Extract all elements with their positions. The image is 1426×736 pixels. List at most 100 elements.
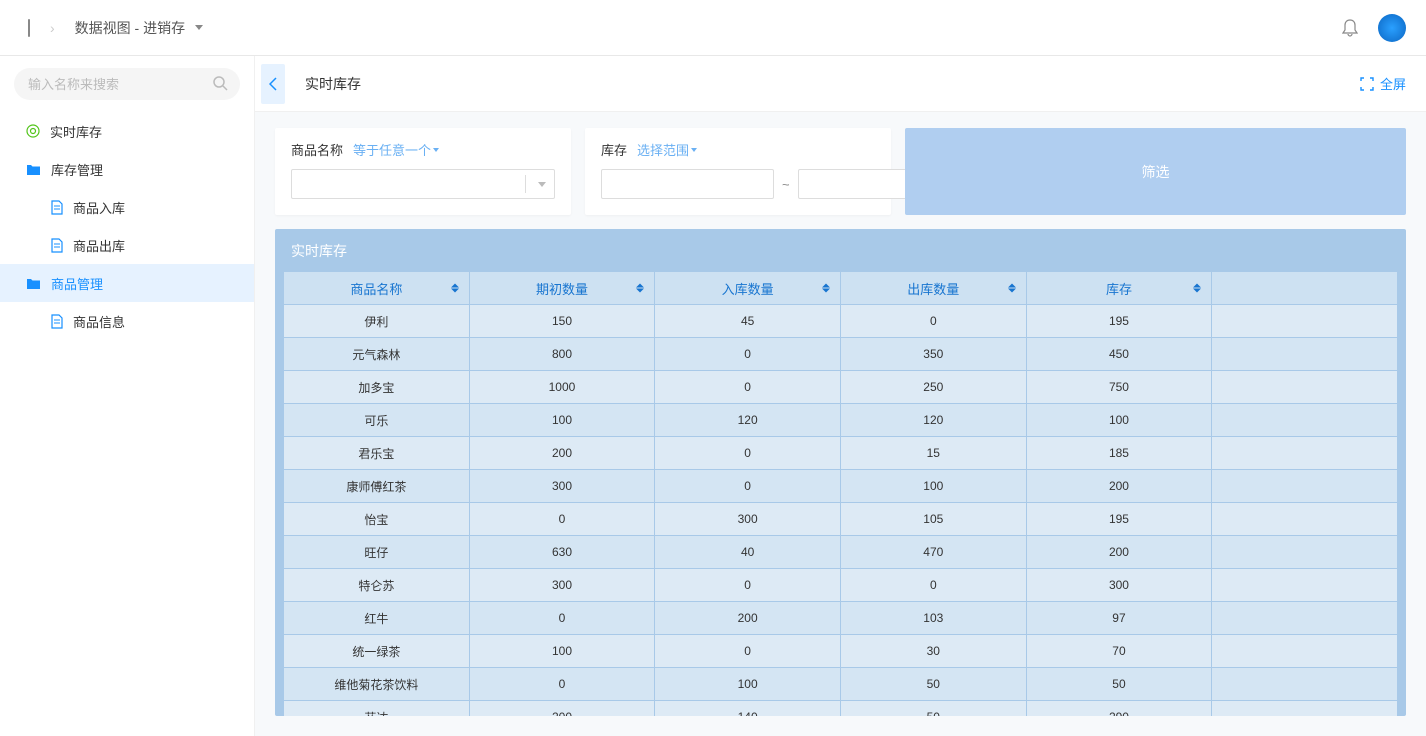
sort-icon [822, 284, 830, 293]
table-cell: 200 [470, 437, 655, 469]
table-cell: 120 [841, 404, 1026, 436]
sidebar-item[interactable]: 商品管理 [0, 264, 254, 302]
chevron-down-icon [525, 175, 546, 193]
column-label: 商品名称 [350, 282, 402, 297]
table-cell: 50 [841, 668, 1026, 700]
filter-stock: 库存 选择范围 ~ [585, 128, 891, 215]
header-bar: › 数据视图 - 进销存 [0, 0, 1426, 56]
table-row[interactable]: 红牛020010397 [284, 602, 1397, 634]
filter-product-select[interactable] [291, 169, 555, 199]
table-cell: 450 [1027, 338, 1212, 370]
table-cell: 350 [841, 338, 1026, 370]
table-cell: 300 [1027, 569, 1212, 601]
filter-stock-hint[interactable]: 选择范围 [637, 140, 697, 159]
sidebar-item[interactable]: 商品信息 [0, 302, 254, 340]
filter-product-label: 商品名称 [291, 140, 343, 159]
table-cell: 0 [655, 437, 840, 469]
fullscreen-label: 全屏 [1380, 74, 1406, 93]
table-cell: 0 [655, 569, 840, 601]
table-cell: 100 [1027, 404, 1212, 436]
table-row[interactable]: 元气森林8000350450 [284, 338, 1397, 370]
search-wrap [0, 68, 254, 112]
table-cell: 800 [470, 338, 655, 370]
sidebar-item[interactable]: 实时库存 [0, 112, 254, 150]
sidebar-item[interactable]: 商品出库 [0, 226, 254, 264]
table-cell: 维他菊花茶饮料 [284, 668, 469, 700]
sidebar-tree: 实时库存库存管理商品入库商品出库商品管理商品信息 [0, 112, 254, 340]
table-row[interactable]: 芬达20014050290 [284, 701, 1397, 716]
app-icon[interactable] [28, 20, 30, 36]
column-header[interactable]: 出库数量 [841, 272, 1026, 304]
table-cell: 290 [1027, 701, 1212, 716]
column-header[interactable]: 入库数量 [655, 272, 840, 304]
table-cell: 750 [1027, 371, 1212, 403]
table-cell-empty [1212, 668, 1397, 700]
column-header[interactable]: 商品名称 [284, 272, 469, 304]
file-icon [50, 200, 63, 215]
table-cell: 250 [841, 371, 1026, 403]
table-row[interactable]: 统一绿茶10003070 [284, 635, 1397, 667]
back-button[interactable] [261, 64, 285, 104]
sidebar: 实时库存库存管理商品入库商品出库商品管理商品信息 [0, 56, 255, 736]
column-label: 期初数量 [536, 282, 588, 297]
table-cell: 元气森林 [284, 338, 469, 370]
column-label: 库存 [1106, 282, 1132, 297]
avatar[interactable] [1378, 14, 1406, 42]
table-panel: 实时库存 商品名称期初数量入库数量出库数量库存 伊利150450195元气森林8… [275, 229, 1406, 716]
table-cell: 200 [655, 602, 840, 634]
table-cell: 300 [470, 470, 655, 502]
file-icon [50, 238, 63, 253]
filter-product-hint[interactable]: 等于任意一个 [353, 140, 439, 159]
file-icon [50, 314, 63, 329]
sort-icon [636, 284, 644, 293]
table-cell: 105 [841, 503, 1026, 535]
table-row[interactable]: 可乐100120120100 [284, 404, 1397, 436]
table-row[interactable]: 康师傅红茶3000100200 [284, 470, 1397, 502]
sidebar-item[interactable]: 库存管理 [0, 150, 254, 188]
table-cell: 200 [470, 701, 655, 716]
table-cell: 统一绿茶 [284, 635, 469, 667]
content-header-left: 实时库存 [261, 64, 361, 104]
column-header[interactable]: 库存 [1027, 272, 1212, 304]
filter-bar: 商品名称 等于任意一个 库存 选择范围 [255, 112, 1426, 229]
folder-icon [26, 277, 41, 290]
stock-range-min[interactable] [601, 169, 774, 199]
sidebar-item-label: 实时库存 [50, 122, 102, 141]
fullscreen-button[interactable]: 全屏 [1360, 74, 1406, 93]
breadcrumb-title[interactable]: 数据视图 - 进销存 [75, 18, 203, 38]
column-header[interactable]: 期初数量 [470, 272, 655, 304]
table-cell: 40 [655, 536, 840, 568]
range-separator: ~ [782, 177, 790, 192]
column-header-empty [1212, 272, 1397, 304]
table-row[interactable]: 伊利150450195 [284, 305, 1397, 337]
search-input[interactable] [14, 68, 240, 100]
chevron-right-icon: › [50, 20, 55, 36]
sort-icon [1008, 284, 1016, 293]
sidebar-item-label: 商品入库 [73, 198, 125, 217]
filter-button[interactable]: 筛选 [905, 128, 1406, 215]
bell-icon[interactable] [1342, 19, 1358, 37]
table-row[interactable]: 旺仔63040470200 [284, 536, 1397, 568]
table-cell: 45 [655, 305, 840, 337]
breadcrumb-title-text: 数据视图 - 进销存 [75, 18, 185, 38]
sidebar-item-label: 库存管理 [51, 160, 103, 179]
filter-stock-label: 库存 [601, 140, 627, 159]
table-row[interactable]: 维他菊花茶饮料01005050 [284, 668, 1397, 700]
filter-product: 商品名称 等于任意一个 [275, 128, 571, 215]
table-cell: 97 [1027, 602, 1212, 634]
table-cell: 0 [841, 569, 1026, 601]
table-row[interactable]: 特仑苏30000300 [284, 569, 1397, 601]
table-cell: 0 [841, 305, 1026, 337]
table-row[interactable]: 君乐宝200015185 [284, 437, 1397, 469]
table-cell: 伊利 [284, 305, 469, 337]
sidebar-item[interactable]: 商品入库 [0, 188, 254, 226]
table-scroll[interactable]: 商品名称期初数量入库数量出库数量库存 伊利150450195元气森林800035… [275, 271, 1406, 716]
table-cell: 200 [1027, 536, 1212, 568]
table-cell: 0 [655, 338, 840, 370]
table-cell-empty [1212, 470, 1397, 502]
table-cell: 可乐 [284, 404, 469, 436]
table-row[interactable]: 怡宝0300105195 [284, 503, 1397, 535]
table-cell: 加多宝 [284, 371, 469, 403]
chevron-down-icon [195, 25, 203, 30]
table-row[interactable]: 加多宝10000250750 [284, 371, 1397, 403]
